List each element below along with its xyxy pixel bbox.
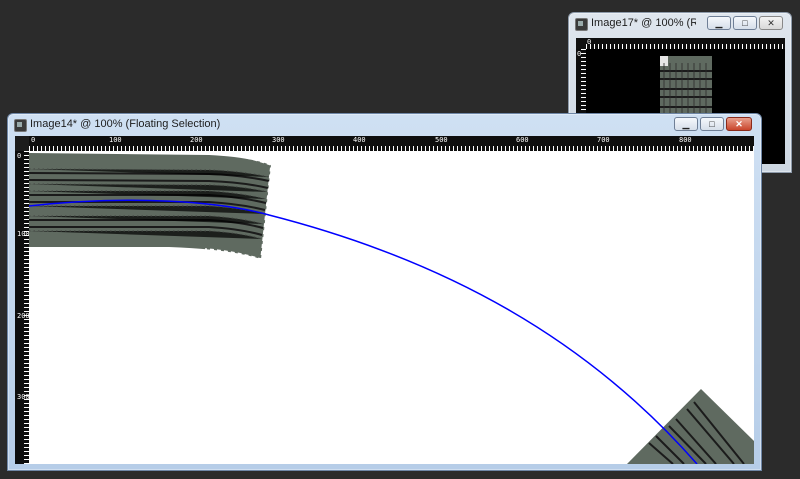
ruler-label: 500 (435, 136, 448, 144)
ruler-label: 0 (31, 136, 36, 144)
diagonal-track[interactable] (627, 389, 754, 464)
ruler-label: 800 (679, 136, 692, 144)
ruler-label: 600 (516, 136, 529, 144)
close-button[interactable]: ✕ (759, 16, 783, 30)
document-icon (14, 119, 27, 132)
ruler-label: 700 (597, 136, 610, 144)
close-button[interactable]: ✕ (726, 117, 752, 131)
close-icon: ✕ (767, 17, 775, 28)
maximize-icon: □ (709, 119, 715, 129)
ruler-label: 200 (17, 312, 30, 320)
floating-selection-track[interactable] (29, 152, 272, 260)
image17-titlebar[interactable]: Image17* @ 100% (Rast... ▁ □ ✕ (569, 13, 791, 35)
ruler-label: 100 (17, 230, 30, 238)
maximize-button[interactable]: □ (733, 16, 757, 30)
ruler-label: 300 (17, 393, 30, 401)
ruler-label: 0 (587, 38, 592, 46)
minimize-icon: ▁ (715, 17, 723, 28)
ruler-label: 100 (109, 136, 122, 144)
ruler-label: 0 (17, 152, 22, 160)
horizontal-ruler[interactable]: 0 100 200 300 400 500 600 700 800 (29, 136, 754, 151)
ruler-label: 0 (577, 50, 582, 58)
document-icon (575, 18, 588, 31)
vertical-ruler[interactable]: 0 100 200 300 (15, 151, 30, 464)
image14-canvas[interactable] (29, 151, 754, 464)
image14-title: Image14* @ 100% (Floating Selection) (30, 118, 221, 130)
horizontal-ruler[interactable]: 0 (586, 38, 785, 49)
canvas-artwork (29, 152, 754, 464)
image14-window[interactable]: Image14* @ 100% (Floating Selection) ▁ □… (7, 113, 762, 471)
minimize-icon: ▁ (682, 118, 690, 129)
image14-client: 0 100 200 300 400 500 600 700 800 0 100 … (15, 136, 754, 464)
minimize-button[interactable]: ▁ (707, 16, 731, 30)
ruler-label: 300 (272, 136, 285, 144)
minimize-button[interactable]: ▁ (674, 117, 698, 131)
maximize-icon: □ (742, 18, 748, 28)
ruler-label: 200 (190, 136, 203, 144)
image14-titlebar[interactable]: Image14* @ 100% (Floating Selection) ▁ □… (8, 114, 761, 136)
maximize-button[interactable]: □ (700, 117, 724, 131)
image17-title: Image17* @ 100% (Rast... (591, 17, 696, 29)
close-icon: ✕ (735, 118, 743, 129)
ruler-label: 400 (353, 136, 366, 144)
